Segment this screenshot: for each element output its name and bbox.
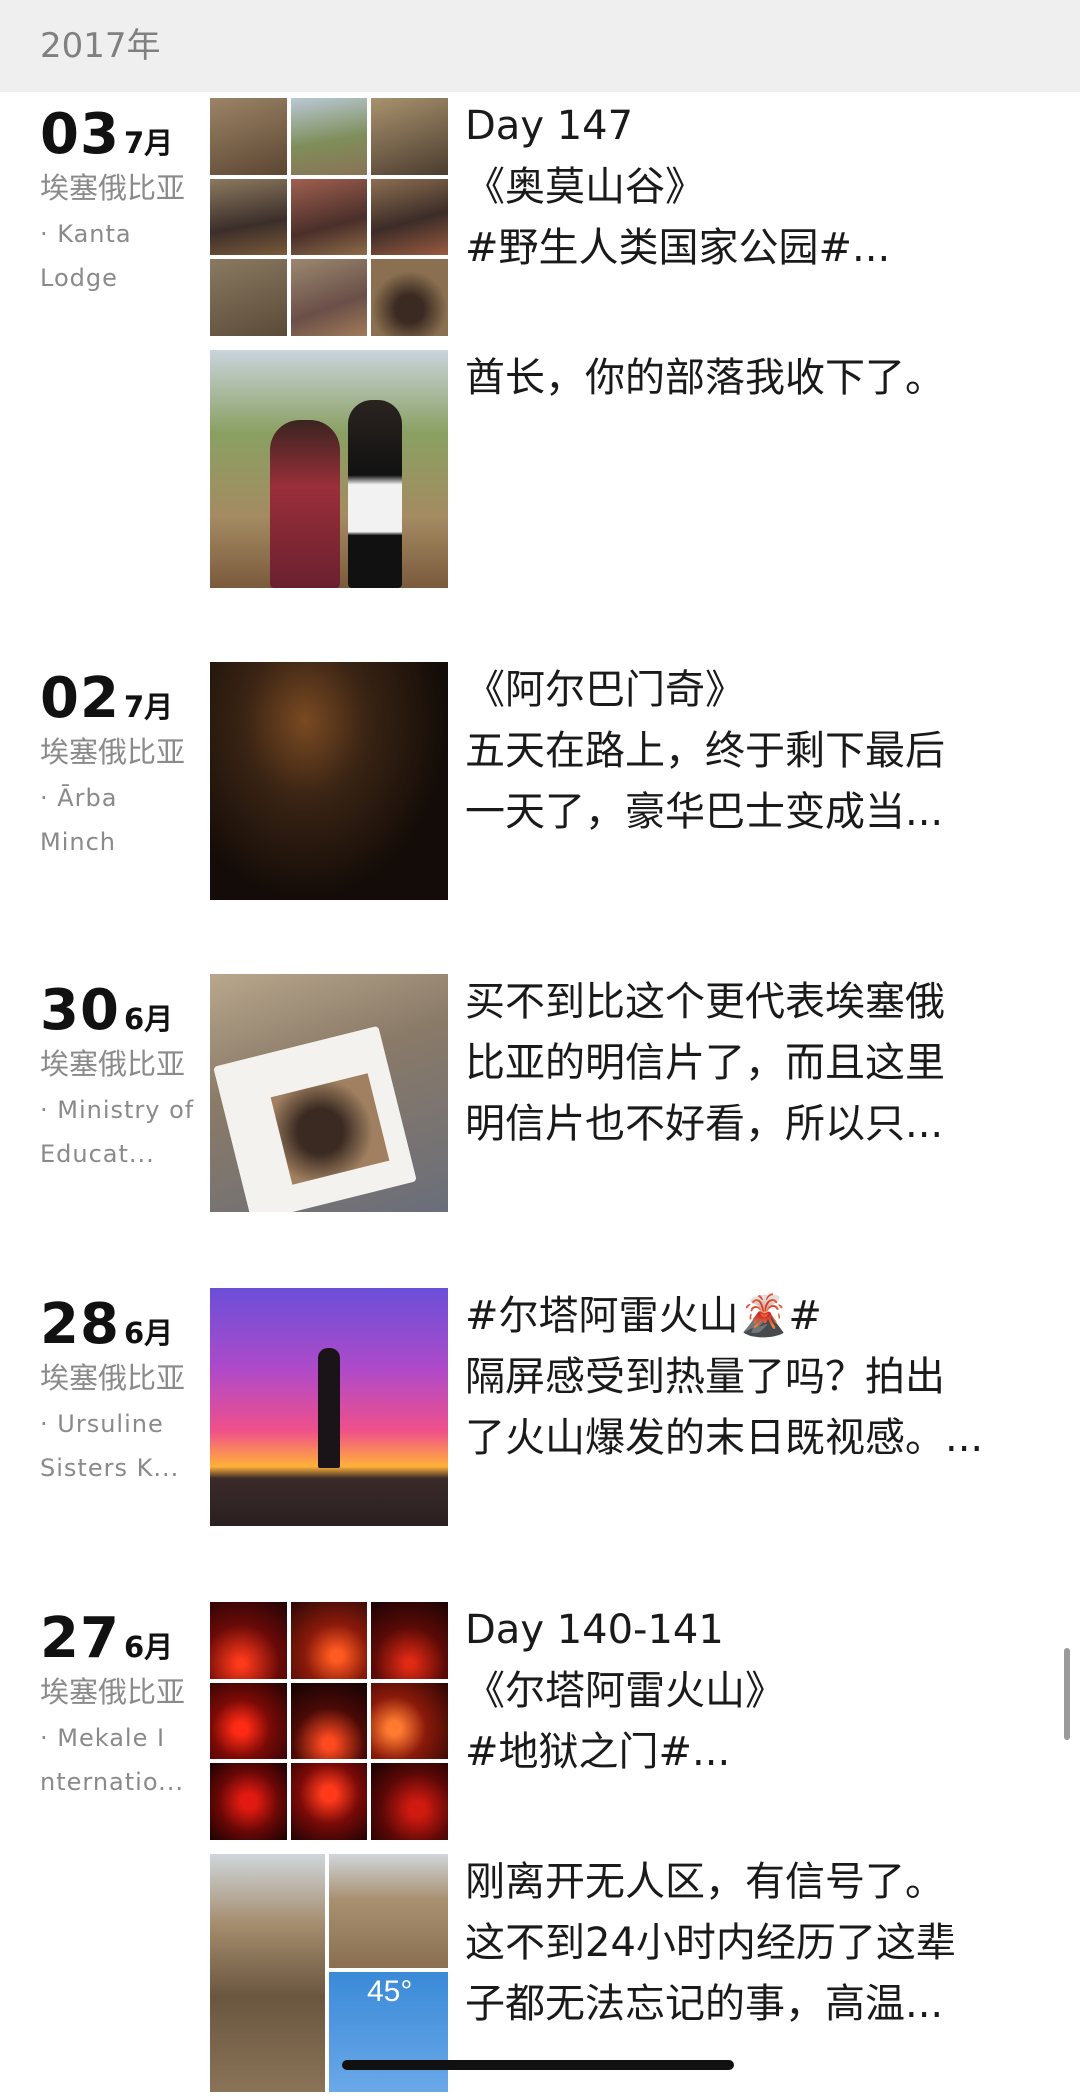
entry-month: 6月 (123, 1630, 174, 1664)
post-text-line: 《阿尔巴门奇》 (465, 667, 745, 713)
year-label: 2017年 (40, 26, 161, 66)
post-text-line: #野生人类国家公园#... (465, 225, 891, 271)
entry-place[interactable]: · Ārba Minch (40, 776, 200, 864)
entry-date: 28 6月 (40, 1290, 173, 1360)
entry-date: 30 6月 (40, 976, 173, 1046)
weather-temperature: 45° (367, 1975, 413, 2008)
volcano-sunset-photo[interactable] (210, 1288, 448, 1526)
timeline-entry[interactable]: 03 7月 埃塞俄比亚 · Kanta Lodge Day 147 《奥莫山谷》 … (0, 98, 1080, 620)
post-text[interactable]: 刚离开无人区，有信号了。 这不到24小时内经历了这辈 子都无法忘记的事，高温..… (465, 1852, 1045, 2035)
entry-location: 埃塞俄比亚 (40, 171, 186, 205)
entry-month: 7月 (123, 690, 174, 724)
entry-place[interactable]: · Kanta Lodge (40, 212, 200, 300)
entry-location: 埃塞俄比亚 (40, 1047, 186, 1081)
post-text[interactable]: Day 140-141 《尔塔阿雷火山》 #地狱之门#... (465, 1600, 1045, 1783)
home-indicator[interactable] (342, 2060, 734, 2070)
post-text[interactable]: 酋长，你的部落我收下了。 (465, 348, 1045, 409)
entry-month: 6月 (123, 1316, 174, 1350)
entry-month: 7月 (123, 126, 174, 160)
timeline-entry[interactable]: 27 6月 埃塞俄比亚 · Mekale I nternatio... Day 1… (0, 1602, 1080, 2096)
entry-day: 02 (40, 666, 120, 731)
post-text-line: #尔塔阿雷火山🌋# (465, 1293, 822, 1339)
scroll-indicator[interactable] (1064, 1648, 1070, 1740)
post-text-line: 买不到比这个更代表埃塞俄 (465, 979, 945, 1025)
post-item[interactable]: #尔塔阿雷火山🌋# 隔屏感受到热量了吗？拍出 了火山爆发的末日既视感。... (210, 1288, 1070, 1526)
timeline-entry[interactable]: 02 7月 埃塞俄比亚 · Ārba Minch 《阿尔巴门奇》 五天在路上，终于… (0, 662, 1080, 904)
entry-date: 27 6月 (40, 1604, 173, 1674)
year-header: 2017年 (0, 0, 1080, 92)
entry-place[interactable]: · Mekale I nternatio... (40, 1716, 200, 1804)
entry-location: 埃塞俄比亚 (40, 735, 186, 769)
entry-place[interactable]: · Ursuline Sisters K... (40, 1402, 200, 1490)
post-text-line: 一天了，豪华巴士变成当... (465, 789, 944, 835)
post-text-line: 明信片也不好看，所以只... (465, 1101, 944, 1147)
post-item[interactable]: Day 147 《奥莫山谷》 #野生人类国家公园#... (210, 98, 1070, 336)
post-text-line: 酋长，你的部落我收下了。 (465, 355, 945, 401)
post-text-line: 隔屏感受到热量了吗？拍出 (465, 1354, 945, 1400)
post-text-line: 五天在路上，终于剩下最后 (465, 728, 945, 774)
entry-day: 28 (40, 1292, 120, 1357)
bus-photo[interactable] (210, 662, 448, 900)
post-text-line: 比亚的明信片了，而且这里 (465, 1040, 945, 1086)
post-text-line: 刚离开无人区，有信号了。 (465, 1859, 945, 1905)
post-text-line: 这不到24小时内经历了这辈 (465, 1920, 956, 1966)
post-text-line: Day 140-141 (465, 1607, 724, 1653)
post-text[interactable]: Day 147 《奥莫山谷》 #野生人类国家公园#... (465, 96, 1045, 279)
postcards-photo[interactable] (210, 974, 448, 1212)
tribe-photo-grid[interactable] (210, 98, 448, 336)
entry-day: 27 (40, 1606, 120, 1671)
post-text-line: 《奥莫山谷》 (465, 164, 705, 210)
post-text[interactable]: 买不到比这个更代表埃塞俄 比亚的明信片了，而且这里 明信片也不好看，所以只... (465, 972, 1045, 1155)
entry-date: 02 7月 (40, 664, 173, 734)
timeline-entry[interactable]: 30 6月 埃塞俄比亚 · Ministry of Educat... 买不到比这… (0, 974, 1080, 1216)
post-text-line: Day 147 (465, 103, 634, 149)
post-text-line: 了火山爆发的末日既视感。... (465, 1415, 984, 1461)
entry-date: 03 7月 (40, 100, 173, 170)
post-text[interactable]: 《阿尔巴门奇》 五天在路上，终于剩下最后 一天了，豪华巴士变成当... (465, 660, 1045, 843)
post-item[interactable]: Day 140-141 《尔塔阿雷火山》 #地狱之门#... (210, 1602, 1070, 1840)
entry-day: 03 (40, 102, 120, 167)
entry-month: 6月 (123, 1002, 174, 1036)
post-text[interactable]: #尔塔阿雷火山🌋# 隔屏感受到热量了吗？拍出 了火山爆发的末日既视感。... (465, 1286, 1045, 1469)
timeline-entry[interactable]: 28 6月 埃塞俄比亚 · Ursuline Sisters K... #尔塔阿雷… (0, 1288, 1080, 1530)
post-item[interactable]: 45° 刚离开无人区，有信号了。 这不到24小时内经历了这辈 子都无法忘记的事，… (210, 1854, 1070, 2092)
entry-location: 埃塞俄比亚 (40, 1361, 186, 1395)
entry-location: 埃塞俄比亚 (40, 1675, 186, 1709)
post-text-line: #地狱之门#... (465, 1729, 731, 1775)
post-item[interactable]: 《阿尔巴门奇》 五天在路上，终于剩下最后 一天了，豪华巴士变成当... (210, 662, 1070, 900)
chief-photo[interactable] (210, 350, 448, 588)
post-item[interactable]: 买不到比这个更代表埃塞俄 比亚的明信片了，而且这里 明信片也不好看，所以只... (210, 974, 1070, 1212)
entry-day: 30 (40, 978, 120, 1043)
lava-photo-grid[interactable] (210, 1602, 448, 1840)
post-item[interactable]: 酋长，你的部落我收下了。 (210, 350, 1070, 588)
entry-place[interactable]: · Ministry of Educat... (40, 1088, 200, 1176)
post-text-line: 子都无法忘记的事，高温... (465, 1981, 944, 2027)
post-text-line: 《尔塔阿雷火山》 (465, 1668, 785, 1714)
desert-photo-grid[interactable]: 45° (210, 1854, 448, 2092)
